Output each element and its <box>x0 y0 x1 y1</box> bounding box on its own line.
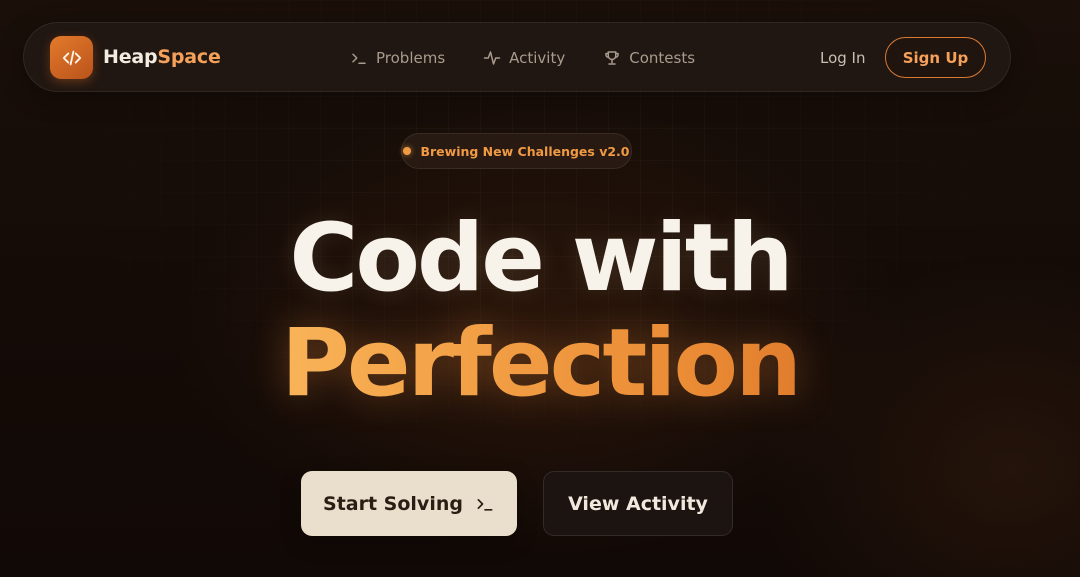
brand[interactable]: HeapSpace <box>50 36 221 79</box>
view-activity-button[interactable]: View Activity <box>543 471 733 536</box>
brand-name: HeapSpace <box>103 48 221 67</box>
trophy-icon <box>605 51 619 65</box>
start-solving-button[interactable]: Start Solving <box>301 471 517 536</box>
navbar: HeapSpace Problems Activity Contests Log… <box>23 22 1011 92</box>
nav-links: Problems Activity Contests <box>350 23 733 93</box>
brand-name-part1: Heap <box>103 46 158 68</box>
terminal-prompt-icon <box>477 498 493 511</box>
status-dot-icon <box>403 147 412 155</box>
nav-link-label: Contests <box>629 49 696 67</box>
login-link[interactable]: Log In <box>820 23 866 93</box>
landing-page: HeapSpace Problems Activity Contests Log… <box>0 0 1080 577</box>
badge-text: Brewing New Challenges v2.0 <box>420 143 630 159</box>
hero-title-line2: Perfection <box>0 317 1080 411</box>
nav-link-contests[interactable]: Contests <box>603 49 695 67</box>
nav-link-label: Activity <box>509 49 566 67</box>
nav-link-problems[interactable]: Problems <box>350 49 445 67</box>
hero-title-line1: Code with <box>289 204 793 313</box>
start-solving-label: Start Solving <box>323 492 463 515</box>
code-brackets-icon <box>50 36 93 79</box>
signup-button[interactable]: Sign Up <box>885 37 986 78</box>
terminal-prompt-icon <box>352 53 366 64</box>
announcement-badge: Brewing New Challenges v2.0 <box>401 133 632 169</box>
brand-name-part2: Space <box>157 46 221 68</box>
nav-link-activity[interactable]: Activity <box>483 49 565 67</box>
pulse-icon <box>483 51 501 65</box>
view-activity-label: View Activity <box>568 492 708 515</box>
nav-link-label: Problems <box>376 49 446 67</box>
